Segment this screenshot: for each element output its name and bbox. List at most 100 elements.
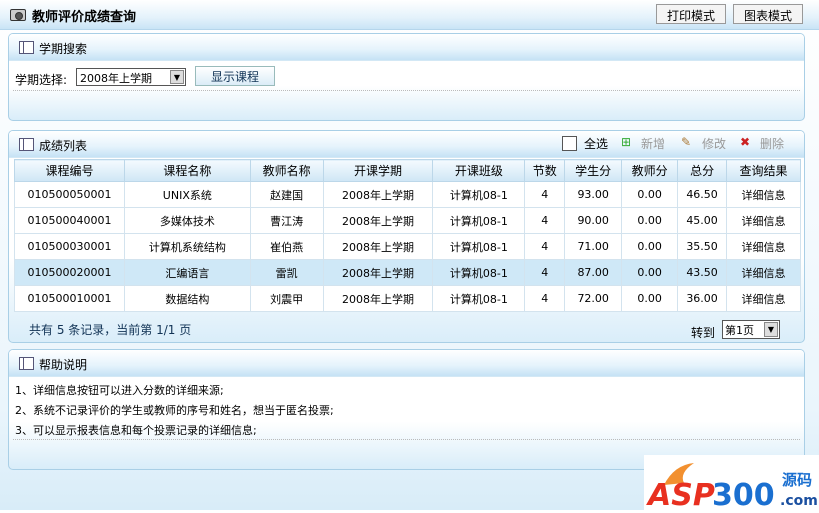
delete-icon: ✖ bbox=[740, 135, 751, 149]
semester-select[interactable]: 2008年上学期 ▼ bbox=[76, 68, 186, 86]
table-row[interactable]: 010500010001 数据结构 刘震甲 2008年上学期 计算机08-1 4 72.00… bbox=[14, 285, 801, 312]
table-cell: 刘震甲 bbox=[249, 285, 324, 312]
details-link[interactable]: 详细信息 bbox=[726, 259, 801, 286]
semester-label: 学期选择: bbox=[15, 73, 68, 87]
table-cell: 90.00 bbox=[564, 207, 623, 234]
watermark-logo: ASP 300 源码 .com bbox=[644, 455, 819, 513]
delete-button[interactable]: 删除 bbox=[760, 135, 784, 152]
column-header: 教师名称 bbox=[249, 159, 324, 182]
svg-text:源码: 源码 bbox=[782, 471, 812, 489]
semester-search-panel: 学期搜索 学期选择: 2008年上学期 ▼ 显示课程 bbox=[8, 33, 805, 121]
table-cell: 计算机08-1 bbox=[432, 181, 526, 208]
table-cell: 010500010001 bbox=[14, 285, 125, 312]
panel-icon bbox=[19, 41, 34, 54]
column-header: 教师分 bbox=[621, 159, 679, 182]
table-cell: 2008年上学期 bbox=[322, 207, 434, 234]
table-cell: 2008年上学期 bbox=[322, 259, 434, 286]
details-link[interactable]: 详细信息 bbox=[726, 181, 801, 208]
table-cell: 71.00 bbox=[564, 233, 623, 260]
column-header: 开课学期 bbox=[322, 159, 434, 182]
edit-icon: ✎ bbox=[681, 135, 692, 149]
table-cell: 0.00 bbox=[621, 259, 679, 286]
table-cell: 0.00 bbox=[621, 207, 679, 234]
score-table: 课程编号 课程名称 教师名称 开课学期 开课班级 节数 学生分 教师分 总分 查询结果 01050… bbox=[14, 159, 801, 312]
title-bar: 教师评价成绩查询 打印模式 图表模式 bbox=[0, 0, 819, 30]
table-cell: 87.00 bbox=[564, 259, 623, 286]
help-line: 3、可以显示报表信息和每个投票记录的详细信息; bbox=[15, 424, 257, 437]
column-header: 节数 bbox=[524, 159, 566, 182]
table-cell: 43.50 bbox=[677, 259, 728, 286]
table-cell: 010500040001 bbox=[14, 207, 125, 234]
select-all-label[interactable]: 全选 bbox=[584, 135, 608, 152]
table-cell: 曹江涛 bbox=[249, 207, 324, 234]
table-cell: 雷凯 bbox=[249, 259, 324, 286]
column-header: 学生分 bbox=[564, 159, 623, 182]
table-cell: 多媒体技术 bbox=[123, 207, 251, 234]
record-summary: 共有 5 条记录，当前第 1/1 页 bbox=[29, 323, 192, 337]
table-cell: 93.00 bbox=[564, 181, 623, 208]
table-cell: 汇编语言 bbox=[123, 259, 251, 286]
score-list-panel: 成绩列表 全选 ⊞ 新增 ✎ 修改 ✖ 删除 课程编号 课程名称 教师名称 开课学期开… bbox=[8, 130, 805, 343]
column-header: 课程编号 bbox=[14, 159, 125, 182]
camera-icon bbox=[10, 9, 26, 21]
table-cell: 35.50 bbox=[677, 233, 728, 260]
table-cell: 4 bbox=[524, 181, 566, 208]
table-cell: 数据结构 bbox=[123, 285, 251, 312]
add-icon: ⊞ bbox=[621, 135, 632, 149]
table-cell: 0.00 bbox=[621, 233, 679, 260]
table-cell: 0.00 bbox=[621, 181, 679, 208]
show-courses-button[interactable]: 显示课程 bbox=[195, 66, 275, 86]
select-all-checkbox[interactable] bbox=[562, 136, 577, 151]
panel-title: 学期搜索 bbox=[39, 42, 88, 56]
goto-label: 转到 bbox=[691, 326, 716, 340]
table-row[interactable]: 010500040001 多媒体技术 曹江涛 2008年上学期 计算机08-1 4 90.0… bbox=[14, 207, 801, 234]
table-cell: 计算机08-1 bbox=[432, 285, 526, 312]
details-link[interactable]: 详细信息 bbox=[726, 233, 801, 260]
svg-text:ASP: ASP bbox=[646, 478, 715, 510]
chart-mode-button[interactable]: 图表模式 bbox=[733, 4, 804, 24]
table-cell: 010500050001 bbox=[14, 181, 125, 208]
table-cell: 46.50 bbox=[677, 181, 728, 208]
table-cell: 2008年上学期 bbox=[322, 285, 434, 312]
table-cell: 72.00 bbox=[564, 285, 623, 312]
table-cell: 计算机系统结构 bbox=[123, 233, 251, 260]
column-header: 总分 bbox=[677, 159, 728, 182]
details-link[interactable]: 详细信息 bbox=[726, 207, 801, 234]
print-mode-button[interactable]: 打印模式 bbox=[656, 4, 727, 24]
table-cell: 计算机08-1 bbox=[432, 207, 526, 234]
table-cell: 2008年上学期 bbox=[322, 181, 434, 208]
column-header: 课程名称 bbox=[123, 159, 251, 182]
table-cell: 赵建国 bbox=[249, 181, 324, 208]
chevron-down-icon: ▼ bbox=[170, 70, 184, 84]
table-cell: 0.00 bbox=[621, 285, 679, 312]
page-select[interactable]: 第1页 ▼ bbox=[722, 320, 780, 339]
panel-title: 成绩列表 bbox=[39, 139, 88, 153]
svg-text:300: 300 bbox=[712, 478, 775, 510]
table-cell: 45.00 bbox=[677, 207, 728, 234]
help-line: 2、系统不记录评价的学生或教师的序号和姓名，想当于匿名投票; bbox=[15, 404, 334, 417]
column-header: 开课班级 bbox=[432, 159, 526, 182]
edit-button[interactable]: 修改 bbox=[702, 135, 726, 152]
chevron-down-icon: ▼ bbox=[764, 322, 778, 337]
table-cell: 36.00 bbox=[677, 285, 728, 312]
table-cell: 计算机08-1 bbox=[432, 259, 526, 286]
help-panel: 帮助说明 1、详细信息按钮可以进入分数的详细来源; 2、系统不记录评价的学生或教… bbox=[8, 349, 805, 470]
table-row[interactable]: 010500030001 计算机系统结构 崔伯燕 2008年上学期 计算机08-1 4 71… bbox=[14, 233, 801, 260]
table-cell: 4 bbox=[524, 285, 566, 312]
help-line: 1、详细信息按钮可以进入分数的详细来源; bbox=[15, 384, 224, 397]
table-cell: 4 bbox=[524, 233, 566, 260]
table-row[interactable]: 010500050001 UNIX系统 赵建国 2008年上学期 计算机08-1 4 93.… bbox=[14, 181, 801, 208]
page-title: 教师评价成绩查询 bbox=[32, 10, 137, 25]
panel-icon bbox=[19, 138, 34, 151]
panel-title: 帮助说明 bbox=[39, 358, 88, 372]
table-cell: 4 bbox=[524, 207, 566, 234]
add-button[interactable]: 新增 bbox=[641, 135, 665, 152]
table-cell: 4 bbox=[524, 259, 566, 286]
column-header: 查询结果 bbox=[726, 159, 801, 182]
details-link[interactable]: 详细信息 bbox=[726, 285, 801, 312]
table-cell: 计算机08-1 bbox=[432, 233, 526, 260]
table-cell: UNIX系统 bbox=[123, 181, 251, 208]
table-cell: 2008年上学期 bbox=[322, 233, 434, 260]
table-cell: 010500020001 bbox=[14, 259, 125, 286]
table-row[interactable]: 010500020001 汇编语言 雷凯 2008年上学期 计算机08-1 4 87.00 0… bbox=[14, 259, 801, 286]
